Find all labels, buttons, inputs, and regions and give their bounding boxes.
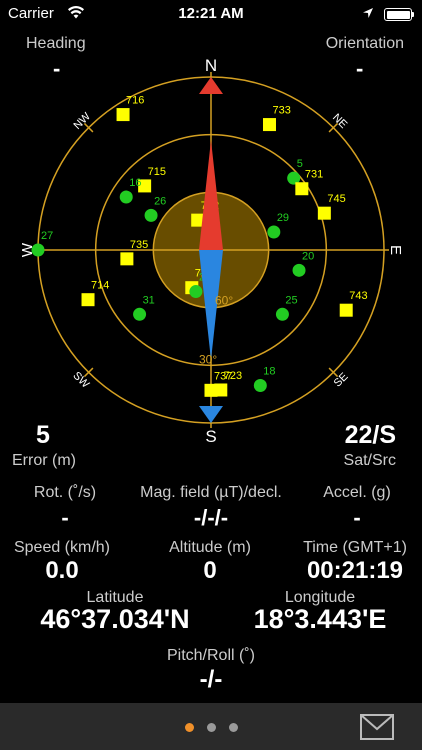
satellite-id-label: 715 <box>148 166 166 178</box>
gps-satellite-dot <box>144 208 158 222</box>
elevation-30-label: 30° <box>199 352 217 366</box>
satellite-id-label: 745 <box>327 193 345 205</box>
satellite-id-label: 16 <box>129 177 141 189</box>
south-label: S <box>205 427 216 445</box>
gps-satellite-dot <box>275 307 289 321</box>
status-bar: Carrier 12:21 AM <box>0 0 422 28</box>
magfield-label: Mag. field (µT)/decl. <box>140 484 282 501</box>
satellite-id-label: 29 <box>277 212 289 224</box>
satellite-id-label: 20 <box>302 250 314 262</box>
satellite-id-label: 716 <box>126 95 144 107</box>
speed-value: 0.0 <box>45 557 79 584</box>
satsrc-value: 22/S <box>344 421 396 449</box>
satellite-id-label: 733 <box>272 105 290 117</box>
satellite-sky-plot[interactable]: 7167337151657317452629732277352071472121… <box>0 55 422 445</box>
battery-tip <box>412 12 414 17</box>
gps-satellite-dot <box>189 285 203 299</box>
gps-satellite-dot <box>267 225 281 239</box>
satellite-20: 20 <box>292 250 314 277</box>
glonass-satellite-square <box>317 206 331 220</box>
location-arrow-icon <box>363 8 373 18</box>
glonass-satellite-square <box>214 383 228 397</box>
orientation-label: Orientation <box>325 35 404 52</box>
altitude-value: 0 <box>203 557 217 584</box>
satellite-735: 735 <box>120 239 148 266</box>
satellite-id-label: 723 <box>224 370 242 382</box>
satellite-715: 715 <box>138 166 166 193</box>
glonass-satellite-square <box>116 108 130 122</box>
error-value: 5 <box>36 421 50 449</box>
satellite-714: 714 <box>81 280 109 307</box>
gps-satellite-dot <box>292 263 306 277</box>
satellite-733: 733 <box>262 105 291 132</box>
accel-label: Accel. (g) <box>323 484 391 501</box>
time-value: 00:21:19 <box>306 557 404 584</box>
north-label: N <box>205 56 217 75</box>
altitude-label: Altitude (m) <box>169 539 251 556</box>
satellite-id-label: 714 <box>91 280 109 292</box>
accel-value: - <box>353 505 361 530</box>
satellite-id-label: 25 <box>285 294 297 306</box>
mail-icon[interactable] <box>360 714 394 740</box>
pitchroll-label: Pitch/Roll (˚) <box>166 647 255 664</box>
glonass-satellite-square <box>295 182 309 196</box>
latitude-value: 46°37.034'N <box>40 604 190 634</box>
page-dot[interactable] <box>228 723 238 732</box>
satellite-id-label: 27 <box>41 230 53 242</box>
south-arrow <box>199 406 223 423</box>
magfield-value: -/-/- <box>193 505 229 530</box>
glonass-satellite-square <box>81 293 95 307</box>
satellite-31: 31 <box>133 294 155 321</box>
satellite-id-label: 735 <box>130 239 148 251</box>
pitchroll-value: -/- <box>199 666 223 693</box>
gps-satellite-dot <box>133 307 147 321</box>
glonass-satellite-square <box>120 252 134 266</box>
speed-label: Speed (km/h) <box>13 539 111 556</box>
rotation-label: Rot. (˚/s) <box>33 484 97 501</box>
satellite-731: 731 <box>295 169 323 196</box>
status-time: 12:21 AM <box>178 5 244 22</box>
page-dot[interactable] <box>184 723 194 732</box>
east-label: E <box>387 245 404 255</box>
time-label: Time (GMT+1) <box>303 539 407 556</box>
satellite-716: 716 <box>116 95 144 122</box>
satellite-18: 18 <box>253 365 276 392</box>
satellite-id-label: 26 <box>154 195 166 207</box>
satellite-29: 29 <box>267 212 289 239</box>
gps-satellite-dot <box>253 378 267 392</box>
satellite-25: 25 <box>275 294 298 321</box>
heading-label: Heading <box>26 35 86 52</box>
gps-satellite-dot <box>119 190 133 204</box>
satellite-743: 743 <box>339 290 368 317</box>
satellite-id-label: 31 <box>143 294 155 306</box>
longitude-value: 18°3.443'E <box>253 604 387 634</box>
rotation-value: - <box>61 505 69 530</box>
satellite-id-label: 5 <box>297 158 303 170</box>
bottom-toolbar <box>0 703 422 750</box>
satellite-id-label: 18 <box>263 365 275 377</box>
satellite-745: 745 <box>317 193 346 220</box>
satsrc-label: Sat/Src <box>343 452 396 469</box>
north-arrow <box>199 77 223 94</box>
glonass-satellite-square <box>262 118 276 132</box>
elevation-60-label: 60° <box>215 294 233 308</box>
page-dot[interactable] <box>206 723 216 732</box>
satellite-id-label: 731 <box>305 169 323 181</box>
west-label: W <box>19 242 36 257</box>
glonass-satellite-square <box>339 303 353 317</box>
satellite-id-label: 743 <box>349 290 367 302</box>
error-label: Error (m) <box>12 452 76 469</box>
battery-icon <box>384 8 412 21</box>
